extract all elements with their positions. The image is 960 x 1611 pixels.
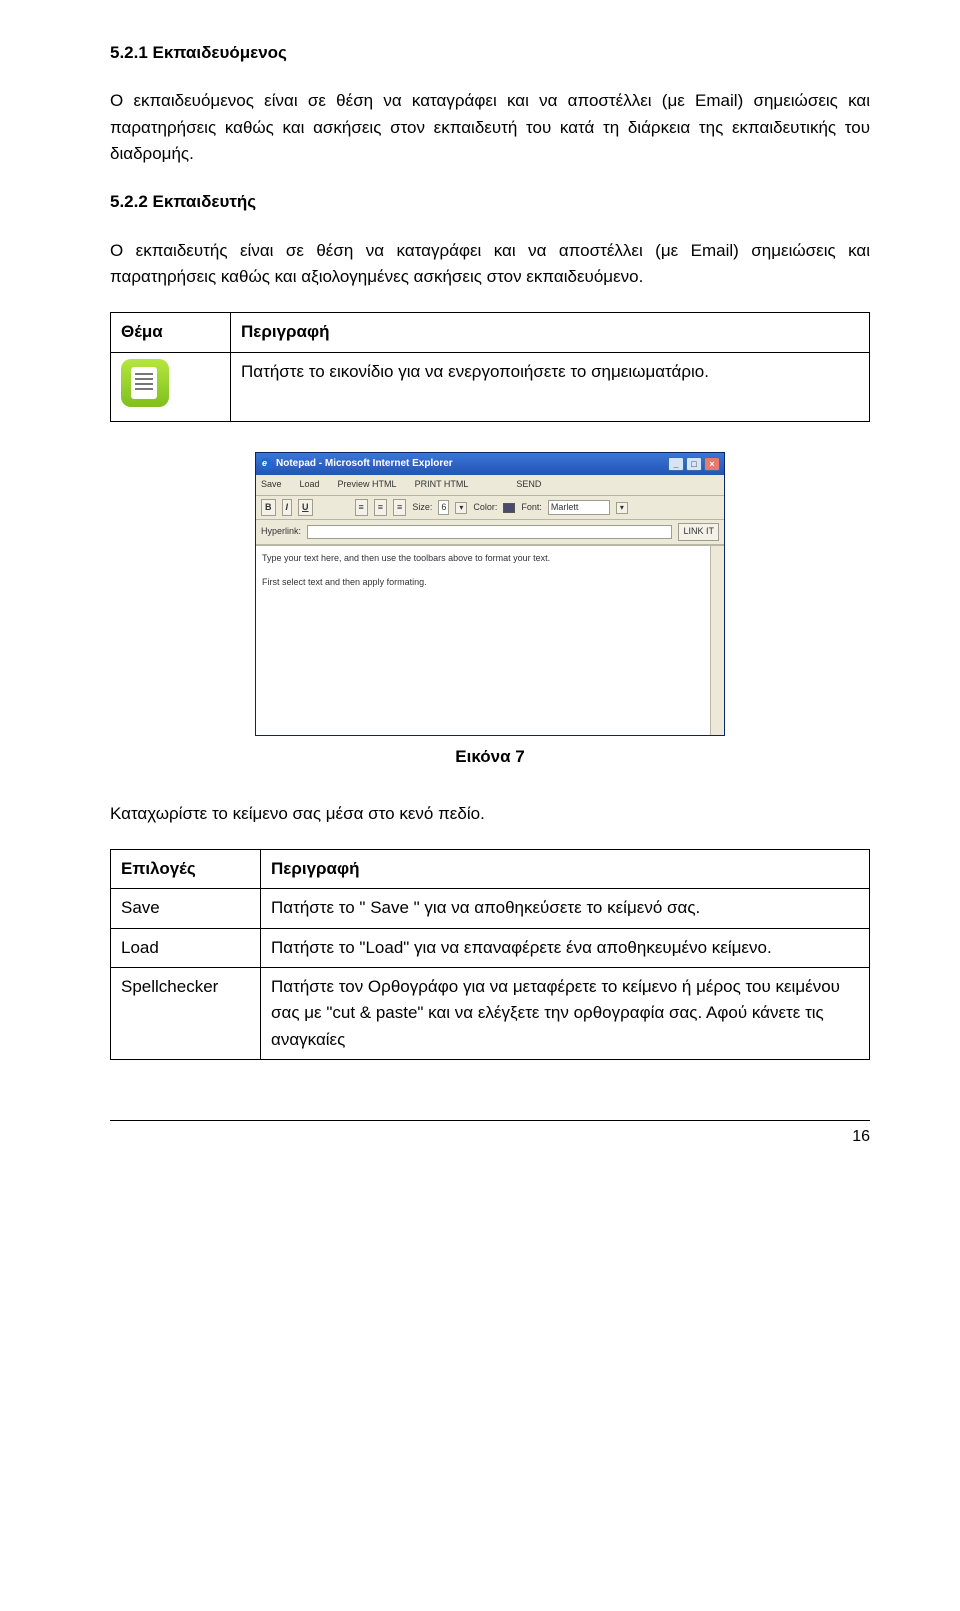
section-522-heading: 5.2.2 Εκπαιδευτής: [110, 189, 870, 215]
size-label: Size:: [412, 501, 432, 515]
font-label: Font:: [521, 501, 542, 515]
color-swatch[interactable]: [503, 503, 515, 513]
hyperlink-row: Hyperlink: LINK IT: [256, 520, 724, 545]
bold-button[interactable]: B: [261, 499, 276, 517]
notepad-window: Notepad - Microsoft Internet Explorer _ …: [255, 452, 725, 736]
align-right-button[interactable]: ≡: [393, 499, 406, 517]
size-dropdown-icon[interactable]: ▾: [455, 502, 467, 514]
linkit-button[interactable]: LINK IT: [678, 523, 719, 541]
table1-th-topic: Θέμα: [111, 313, 231, 352]
desc-save: Πατήστε το " Save " για να αποθηκεύσετε …: [261, 889, 870, 928]
align-center-button[interactable]: ≡: [374, 499, 387, 517]
table-row: Πατήστε το εικονίδιο για να ενεργοποιήσε…: [111, 352, 870, 421]
table1-row1-desc: Πατήστε το εικονίδιο για να ενεργοποιήσε…: [231, 352, 870, 421]
menu-preview-html[interactable]: Preview HTML: [338, 478, 397, 492]
opt-save: Save: [111, 889, 261, 928]
section-522-para: Ο εκπαιδευτής είναι σε θέση να καταγράφε…: [110, 238, 870, 291]
table2-th-options: Επιλογές: [111, 850, 261, 889]
table2-th-desc: Περιγραφή: [261, 850, 870, 889]
format-toolbar: B I U ≡ ≡ ≡ Size: 6 ▾ Color: Font: Marle…: [256, 496, 724, 521]
after-image-para: Καταχωρίστε το κείμενο σας μέσα στο κενό…: [110, 801, 870, 827]
desc-spellchecker: Πατήστε τον Ορθογράφο για να μεταφέρετε …: [261, 968, 870, 1060]
menu-save[interactable]: Save: [261, 478, 282, 492]
table-row: Spellchecker Πατήστε τον Ορθογράφο για ν…: [111, 968, 870, 1060]
opt-load: Load: [111, 928, 261, 967]
ie-icon: [260, 458, 272, 470]
options-table: Επιλογές Περιγραφή Save Πατήστε το " Sav…: [110, 849, 870, 1060]
underline-button[interactable]: U: [298, 499, 313, 517]
font-select[interactable]: Marlett: [548, 500, 610, 516]
hyperlink-label: Hyperlink:: [261, 525, 301, 539]
table1-th-desc: Περιγραφή: [231, 313, 870, 352]
editor-area[interactable]: Type your text here, and then use the to…: [256, 545, 724, 735]
menu-send[interactable]: SEND: [516, 478, 541, 492]
menu-print-html[interactable]: PRINT HTML: [415, 478, 469, 492]
color-label: Color:: [473, 501, 497, 515]
scrollbar[interactable]: [710, 546, 724, 735]
editor-line2: First select text and then apply formati…: [262, 576, 718, 590]
menu-load[interactable]: Load: [300, 478, 320, 492]
icon-description-table: Θέμα Περιγραφή Πατήστε το εικονίδιο για …: [110, 312, 870, 422]
icon-cell: [111, 352, 231, 421]
editor-line1: Type your text here, and then use the to…: [262, 552, 718, 566]
minimize-button[interactable]: _: [668, 457, 684, 471]
size-select[interactable]: 6: [438, 500, 449, 516]
window-titlebar: Notepad - Microsoft Internet Explorer _ …: [256, 453, 724, 475]
section-521-para: Ο εκπαιδευόμενος είναι σε θέση να καταγρ…: [110, 88, 870, 167]
page-number: 16: [110, 1121, 870, 1150]
opt-spellchecker: Spellchecker: [111, 968, 261, 1060]
align-left-button[interactable]: ≡: [355, 499, 368, 517]
figure-caption: Εικόνα 7: [110, 744, 870, 770]
section-521-heading: 5.2.1 Εκπαιδευόμενος: [110, 40, 870, 66]
close-button[interactable]: ×: [704, 457, 720, 471]
window-title: Notepad - Microsoft Internet Explorer: [276, 456, 453, 472]
table-row: Save Πατήστε το " Save " για να αποθηκεύ…: [111, 889, 870, 928]
desc-load: Πατήστε το "Load" για να επαναφέρετε ένα…: [261, 928, 870, 967]
menu-row: Save Load Preview HTML PRINT HTML SEND: [256, 475, 724, 496]
italic-button[interactable]: I: [282, 499, 293, 517]
maximize-button[interactable]: □: [686, 457, 702, 471]
hyperlink-input[interactable]: [307, 525, 672, 539]
table-row: Load Πατήστε το "Load" για να επαναφέρετ…: [111, 928, 870, 967]
font-dropdown-icon[interactable]: ▾: [616, 502, 628, 514]
notepad-icon: [121, 359, 169, 407]
